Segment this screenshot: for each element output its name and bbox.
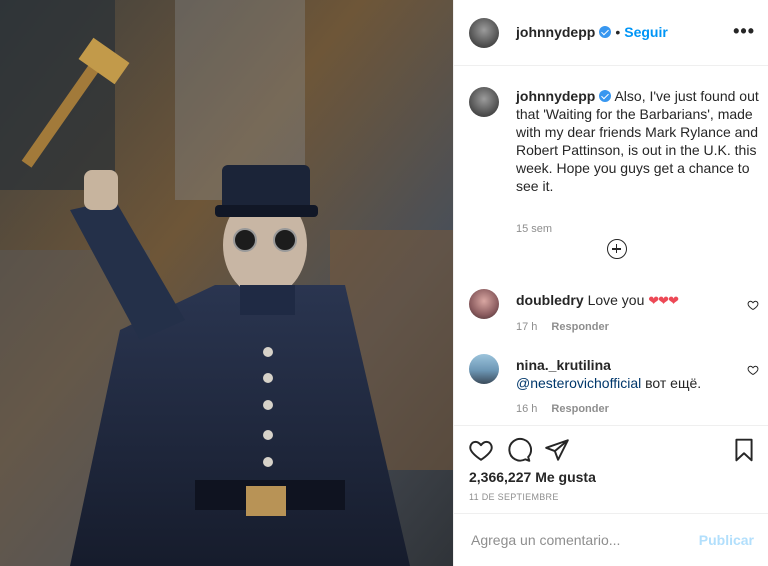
likes-count[interactable]: 2,366,227 Me gusta <box>469 469 596 485</box>
caption-timestamp[interactable]: 15 sem <box>516 223 552 235</box>
comment-timestamp[interactable]: 17 h <box>516 321 537 333</box>
comment-text: doubledry Love you ❤❤❤ <box>516 291 736 310</box>
comment-username[interactable]: nina._krutilina <box>516 357 611 373</box>
follow-button[interactable]: Seguir <box>624 24 668 40</box>
comment-input[interactable] <box>469 528 693 552</box>
comment-mention-link[interactable]: @nesterovichofficial <box>516 375 641 391</box>
verified-badge-icon <box>599 90 612 102</box>
comments-section[interactable]: johnnydepp Also, I've just found out tha… <box>454 67 768 437</box>
comment-meta: 17 h Responder <box>516 321 609 333</box>
reply-button[interactable]: Responder <box>551 403 608 415</box>
comment-body: вот ещё. <box>645 375 702 391</box>
caption-text: johnnydepp Also, I've just found out tha… <box>516 87 768 195</box>
load-more-comments-icon[interactable] <box>607 239 627 259</box>
comment-bubble-icon[interactable] <box>506 437 532 463</box>
comment-timestamp[interactable]: 16 h <box>516 403 537 415</box>
comment-text: nina._krutilina @nesterovichofficial вот… <box>516 356 736 392</box>
publish-button[interactable]: Publicar <box>699 532 754 548</box>
like-comment-icon[interactable] <box>747 299 759 311</box>
comment-meta: 16 h Responder <box>516 403 609 415</box>
like-heart-icon[interactable] <box>468 437 494 463</box>
header-user-block: johnnydepp • Seguir <box>516 24 668 42</box>
save-bookmark-icon[interactable] <box>731 437 757 463</box>
share-send-icon[interactable] <box>544 437 570 463</box>
add-comment-bar: Publicar <box>454 513 768 566</box>
hearts-emoji: ❤❤❤ <box>648 293 679 308</box>
like-comment-icon[interactable] <box>747 364 759 376</box>
comment-avatar[interactable] <box>469 289 499 319</box>
separator-dot: • <box>615 23 621 40</box>
post-photo-illustration <box>0 0 453 566</box>
post-header: johnnydepp • Seguir ••• <box>454 0 768 66</box>
post-date[interactable]: 11 DE SEPTIEMBRE <box>469 492 559 502</box>
post-actions: 2,366,227 Me gusta 11 DE SEPTIEMBRE <box>454 425 768 513</box>
comment-body: Love you <box>587 292 645 308</box>
comment-username[interactable]: doubledry <box>516 292 584 308</box>
caption-username[interactable]: johnnydepp <box>516 88 595 104</box>
post-side-panel: johnnydepp • Seguir ••• johnnydepp Also, I… <box>453 0 768 566</box>
comment-avatar[interactable] <box>469 354 499 384</box>
author-avatar[interactable] <box>469 17 499 48</box>
likes-number: 2,366,227 <box>469 469 532 485</box>
verified-badge-icon <box>599 25 612 38</box>
caption-avatar[interactable] <box>469 87 499 117</box>
more-options-icon[interactable]: ••• <box>733 22 755 40</box>
post-photo[interactable] <box>0 0 453 566</box>
likes-label: Me gusta <box>535 469 596 485</box>
author-username[interactable]: johnnydepp <box>516 24 595 40</box>
reply-button[interactable]: Responder <box>551 321 608 333</box>
